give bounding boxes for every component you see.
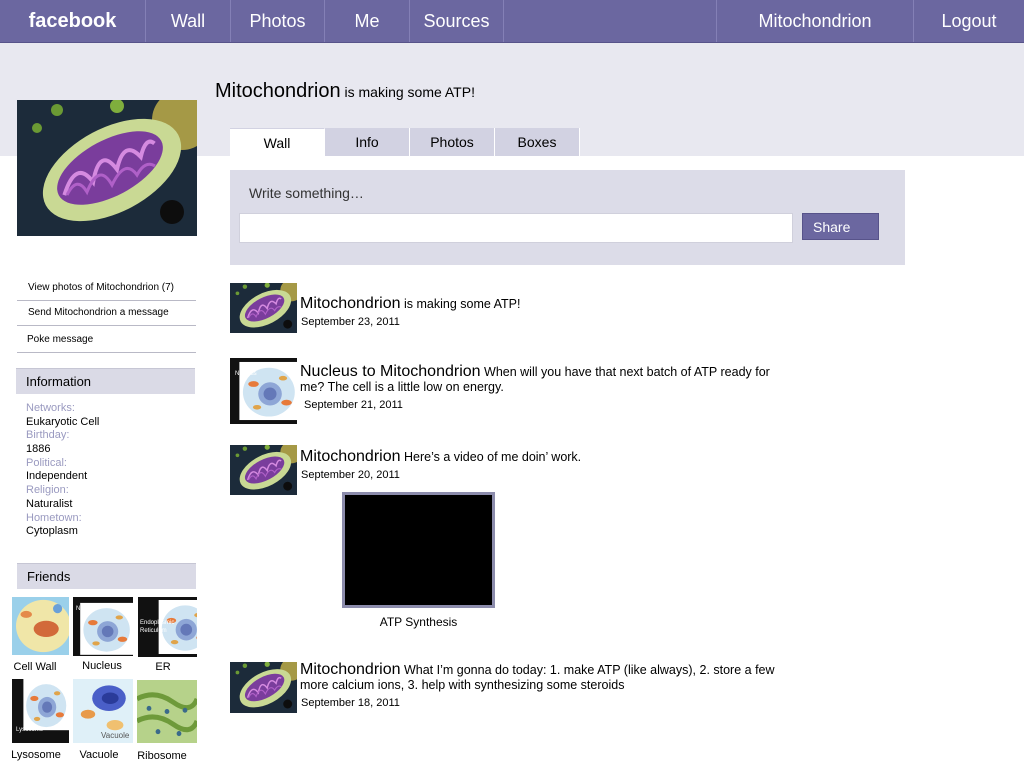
post-2-date[interactable]: September 21, 2011 [304, 399, 403, 411]
friend-thumb-vacuole[interactable]: Vacuole [73, 679, 133, 743]
post-3-author[interactable]: Mitochondrion [300, 448, 401, 465]
info-value-hometown[interactable]: Cytoplasm [26, 525, 196, 539]
lysosome-image-icon [12, 679, 69, 743]
info-label-birthday: Birthday: [26, 429, 70, 442]
friend-name-lysosome[interactable]: Lysosome [1, 749, 71, 761]
post-3-avatar[interactable] [230, 445, 297, 495]
share-button[interactable]: Share [802, 213, 879, 240]
mitochondrion-avatar-icon [230, 662, 297, 713]
publisher-input[interactable] [239, 213, 793, 243]
nav-photos-link[interactable]: Photos [231, 0, 325, 42]
poke-link[interactable]: Poke message [17, 327, 196, 353]
ribosome-image-icon [137, 680, 197, 743]
mitochondrion-avatar-icon [230, 283, 297, 333]
wall-publisher: Write something… Share [230, 170, 905, 265]
post-4-avatar[interactable] [230, 662, 297, 713]
video-player-icon[interactable] [342, 492, 495, 608]
friend-name-er[interactable]: ER [128, 661, 198, 673]
friend-name-ribosome[interactable]: Ribosome [127, 750, 197, 762]
post-1-date[interactable]: September 23, 2011 [301, 316, 400, 328]
friend-thumb-label-lysosome: Lysosome [16, 727, 44, 733]
cell-wall-image-icon [12, 597, 69, 655]
friends-heading: Friends [17, 563, 196, 589]
post-3-text: Mitochondrion Here’s a video of me doin’… [300, 449, 780, 465]
video-caption: ATP Synthesis [379, 615, 458, 629]
view-photos-link[interactable]: View photos of Mitochondrion (7) [17, 275, 196, 301]
post-2-author[interactable]: Nucleus to Mitochondrion [300, 363, 481, 380]
info-value-networks[interactable]: Eukaryotic Cell [26, 416, 196, 430]
nav-profile-link[interactable]: Mitochondrion [716, 0, 914, 42]
tab-wall[interactable]: Wall [230, 128, 325, 156]
post-4-date[interactable]: September 18, 2011 [301, 697, 400, 709]
friend-thumb-lysosome[interactable]: Lysosome [12, 679, 69, 743]
info-label-religion: Religion: [26, 484, 69, 497]
nav-wall-link[interactable]: Wall [146, 0, 231, 42]
friend-thumb-label-vacuole: Vacuole [101, 731, 130, 740]
friend-thumb-cell-wall[interactable] [12, 597, 69, 655]
friend-thumb-nucleus[interactable]: Nucleus [73, 597, 133, 656]
mitochondrion-avatar-icon [230, 445, 297, 495]
post-2-text: Nucleus to Mitochondrion When will you h… [300, 364, 780, 395]
friend-name-nucleus[interactable]: Nucleus [67, 660, 137, 672]
nav-sources-link[interactable]: Sources [410, 0, 504, 42]
post-1-message: is making some ATP! [403, 297, 521, 311]
info-label-hometown: Hometown: [26, 511, 82, 524]
tab-info[interactable]: Info [325, 128, 410, 156]
send-message-link[interactable]: Send Mitochondrion a message [17, 300, 196, 326]
nav-me-link[interactable]: Me [325, 0, 410, 42]
information-heading: Information [16, 368, 195, 394]
info-value-birthday: 1886 [26, 443, 51, 456]
post-1-avatar[interactable] [230, 283, 297, 333]
tab-boxes[interactable]: Boxes [495, 128, 580, 156]
logout-button[interactable]: Logout [914, 0, 1024, 42]
post-1-text: Mitochondrion is making some ATP! [300, 296, 780, 312]
post-2-avatar-label: Nucleus [235, 371, 257, 377]
facebook-logo[interactable]: facebook [0, 0, 146, 42]
profile-picture[interactable] [17, 100, 197, 236]
info-value-political: Independent [26, 470, 88, 483]
publisher-label: Write something… [249, 185, 364, 201]
post-3-message: Here’s a video of me doin’ work. [403, 450, 582, 464]
info-label-political: Political: [26, 456, 67, 469]
nucleus-avatar-icon [230, 358, 297, 424]
tab-photos[interactable]: Photos [410, 128, 495, 156]
friend-thumb-ribosome[interactable] [137, 680, 197, 743]
info-value-religion: Naturalist [26, 497, 73, 510]
friend-name-cell-wall[interactable]: Cell Wall [0, 661, 70, 673]
info-label-networks: Networks: [26, 402, 75, 414]
information-list: Networks: Eukaryotic Cell Birthday: 1886… [26, 402, 196, 539]
mitochondrion-image-icon [17, 100, 197, 236]
friend-name-vacuole[interactable]: Vacuole [64, 749, 134, 761]
profile-name[interactable]: Mitochondrion [215, 80, 341, 102]
friend-thumb-label-nucleus: Nucleus [76, 606, 98, 612]
post-3-date[interactable]: September 20, 2011 [301, 469, 400, 481]
post-4-text: Mitochondrion What I’m gonna do today: 1… [300, 662, 780, 693]
profile-status-text: is making some ATP! [344, 84, 475, 100]
post-1-author[interactable]: Mitochondrion [300, 295, 401, 312]
friend-thumb-er[interactable]: Endoplasmic Reticulum [138, 597, 197, 657]
friend-thumb-label-er: Endoplasmic Reticulum [140, 620, 175, 634]
profile-status: Mitochondrion is making some ATP! [215, 80, 475, 103]
top-navigation-bar: facebook Wall Photos Me Sources Mitochon… [0, 0, 1024, 43]
post-2-avatar[interactable]: Nucleus [230, 358, 297, 424]
post-4-author[interactable]: Mitochondrion [300, 661, 401, 678]
